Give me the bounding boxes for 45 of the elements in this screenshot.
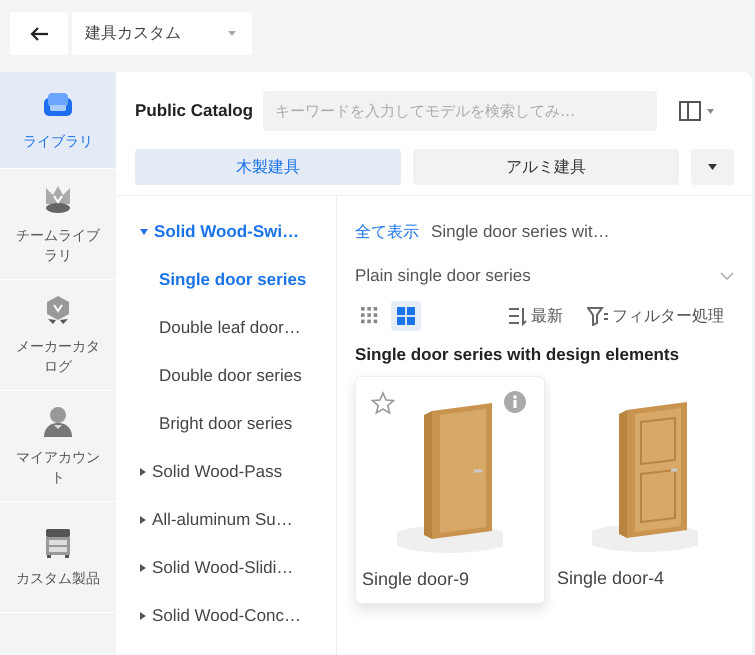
sidebar-item[interactable]: ライブラリ [0, 72, 116, 169]
large-grid-icon [397, 306, 415, 326]
panel-layout-icon [679, 101, 702, 121]
product-name: Single door-4 [556, 568, 664, 589]
info-icon [504, 391, 526, 413]
star-icon [371, 391, 395, 415]
info-button[interactable] [504, 391, 526, 413]
caret-right-icon [140, 516, 146, 524]
filter-button[interactable]: フィルター処理 [581, 304, 730, 328]
category-tab[interactable]: 木製建具 [135, 149, 401, 185]
category-tab[interactable]: アルミ建具 [413, 149, 679, 185]
caret-right-icon [140, 468, 146, 476]
section-title: Single door series with design elements [355, 345, 680, 365]
tree-item[interactable]: Solid Wood-Swi… [116, 208, 336, 256]
product-name: Single door-9 [361, 569, 470, 590]
tree-item[interactable]: All-aluminum Su… [116, 496, 336, 544]
search-field[interactable]: キーワードを入力してモデルを検索してみ… [263, 91, 658, 131]
caret-icon [707, 108, 714, 114]
tree-item[interactable]: Solid Wood-Conc… [116, 592, 336, 640]
category-dropdown[interactable]: 建具カスタム [72, 12, 252, 55]
filter-icon [587, 306, 609, 326]
chevron-down-icon [720, 272, 734, 280]
caret-icon [228, 31, 236, 36]
caret-icon [708, 164, 717, 170]
caret-right-icon [140, 564, 146, 572]
tree-item[interactable]: Double leaf door… [116, 304, 336, 352]
breadcrumb-current: Single door series wit… [431, 222, 610, 242]
back-button[interactable] [10, 12, 68, 55]
product-card[interactable]: Single door-9 [355, 376, 545, 604]
large-grid-button[interactable] [391, 301, 421, 331]
tree-item[interactable]: Double door series [116, 352, 336, 400]
caret-down-icon [140, 229, 148, 235]
show-all-link[interactable]: 全て表示 [355, 222, 419, 242]
caret-right-icon [140, 612, 146, 620]
favorite-button[interactable] [371, 391, 395, 415]
tree-item[interactable]: Solid Wood-Pass [116, 448, 336, 496]
small-grid-icon [361, 306, 379, 326]
sort-button[interactable]: 最新 [502, 304, 569, 328]
sort-icon [508, 306, 528, 326]
tree-item[interactable]: Single door series [116, 256, 336, 304]
tree-item[interactable]: Solid Wood-Slidi… [116, 544, 336, 592]
back-arrow-icon [29, 26, 49, 42]
catalog-title: Public Catalog [135, 101, 254, 121]
subcategory-dropdown[interactable]: Plain single door series [355, 254, 752, 298]
tree-item[interactable]: Bright door series [116, 400, 336, 448]
